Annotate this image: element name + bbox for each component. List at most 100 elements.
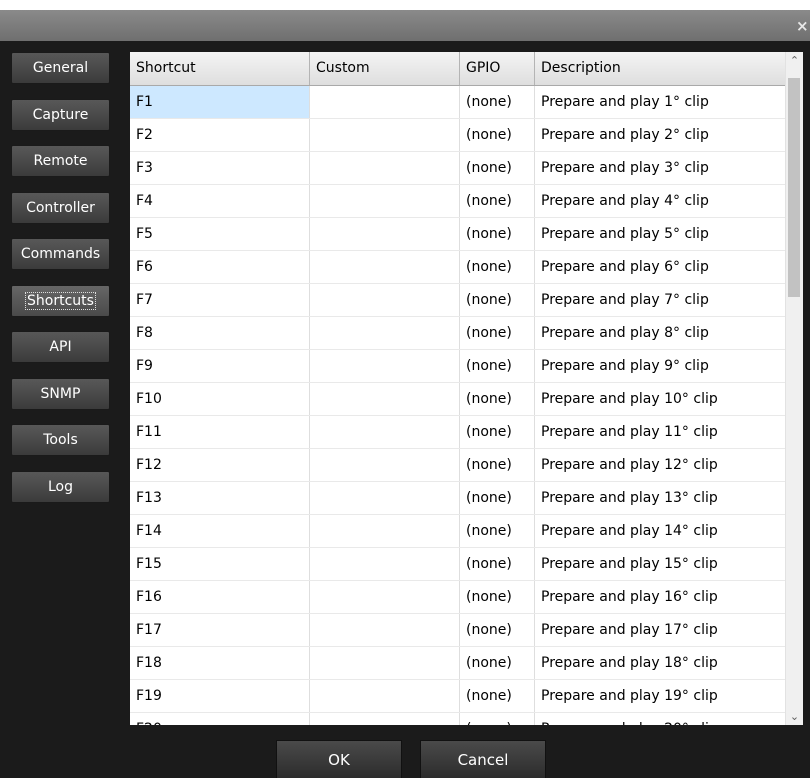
cell-shortcut: F17 (130, 614, 310, 646)
cell-description: Prepare and play 13° clip (541, 490, 718, 506)
cell-description: Prepare and play 5° clip (541, 226, 709, 242)
sidebar-item-general[interactable]: General (11, 52, 110, 84)
table-row[interactable]: F18 (none) Prepare and play 18° clip (130, 647, 785, 680)
table-row[interactable]: F8 (none) Prepare and play 8° clip (130, 317, 785, 350)
cell-custom[interactable] (310, 317, 460, 349)
cell-custom[interactable] (310, 449, 460, 481)
cell-gpio: (none) (460, 119, 535, 151)
sidebar-item-label: Log (47, 478, 73, 495)
table-row[interactable]: F13 (none) Prepare and play 13° clip (130, 482, 785, 515)
table-row[interactable]: F19 (none) Prepare and play 19° clip (130, 680, 785, 713)
table-row[interactable]: F17 (none) Prepare and play 17° clip (130, 614, 785, 647)
cell-custom[interactable] (310, 515, 460, 547)
chevron-up-icon[interactable]: ⌃ (786, 52, 803, 69)
cell-shortcut: F18 (130, 647, 310, 679)
sidebar-item-label: SNMP (40, 385, 81, 402)
cell-description: Prepare and play 8° clip (541, 325, 709, 341)
cell-description: Prepare and play 2° clip (541, 127, 709, 143)
cell-gpio: (none) (460, 713, 535, 725)
scrollbar-thumb[interactable] (788, 78, 800, 297)
cell-shortcut: F16 (130, 581, 310, 613)
table-row[interactable]: F2 (none) Prepare and play 2° clip (130, 119, 785, 152)
cell-shortcut: F2 (130, 119, 310, 151)
cell-description: Prepare and play 19° clip (541, 688, 718, 704)
cell-gpio: (none) (460, 350, 535, 382)
cell-custom[interactable] (310, 614, 460, 646)
table-row[interactable]: F9 (none) Prepare and play 9° clip (130, 350, 785, 383)
cell-shortcut: F9 (130, 350, 310, 382)
vertical-scrollbar[interactable]: ⌃ ⌄ (785, 52, 803, 725)
cell-custom[interactable] (310, 86, 460, 118)
cell-gpio: (none) (460, 548, 535, 580)
cell-custom[interactable] (310, 383, 460, 415)
column-header-custom[interactable]: Custom (310, 52, 460, 85)
sidebar-item-api[interactable]: API (11, 331, 110, 363)
sidebar-item-controller[interactable]: Controller (11, 191, 110, 224)
cell-shortcut: F8 (130, 317, 310, 349)
cell-custom[interactable] (310, 482, 460, 514)
ok-button[interactable]: OK (276, 740, 402, 778)
cell-shortcut: F5 (130, 218, 310, 250)
cell-description: Prepare and play 6° clip (541, 259, 709, 275)
cell-custom[interactable] (310, 251, 460, 283)
cell-custom[interactable] (310, 647, 460, 679)
cell-custom[interactable] (310, 581, 460, 613)
table-row[interactable]: F12 (none) Prepare and play 12° clip (130, 449, 785, 482)
table-row[interactable]: F3 (none) Prepare and play 3° clip (130, 152, 785, 185)
shortcuts-table: Shortcut Custom GPIO Description F1 (none… (130, 52, 803, 725)
cell-custom[interactable] (310, 152, 460, 184)
close-icon[interactable]: × (796, 16, 810, 36)
sidebar-item-label: Tools (43, 432, 78, 448)
table-row[interactable]: F11 (none) Prepare and play 11° clip (130, 416, 785, 449)
sidebar-item-remote[interactable]: Remote (11, 145, 110, 177)
cell-shortcut: F14 (130, 515, 310, 547)
cell-custom[interactable] (310, 284, 460, 316)
cell-custom[interactable] (310, 416, 460, 448)
sidebar-item-snmp[interactable]: SNMP (11, 377, 110, 410)
sidebar-item-capture[interactable]: Capture (11, 98, 110, 131)
chevron-down-icon[interactable]: ⌄ (786, 708, 803, 725)
table-header: Shortcut Custom GPIO Description (130, 52, 785, 86)
cell-custom[interactable] (310, 218, 460, 250)
sidebar-item-label: API (49, 339, 72, 355)
sidebar-item-commands[interactable]: Commands (11, 238, 110, 270)
cancel-button[interactable]: Cancel (420, 740, 546, 778)
cell-description: Prepare and play 20° clip (535, 713, 785, 725)
table-row[interactable]: F7 (none) Prepare and play 7° clip (130, 284, 785, 317)
title-bar: × (0, 10, 810, 41)
cell-custom[interactable] (310, 713, 460, 725)
table-row[interactable]: F16 (none) Prepare and play 16° clip (130, 581, 785, 614)
sidebar-item-shortcuts[interactable]: Shortcuts (11, 284, 110, 317)
sidebar-item-tools[interactable]: Tools (11, 424, 110, 456)
cell-description: Prepare and play 16° clip (541, 589, 718, 605)
cell-shortcut: F3 (130, 152, 310, 184)
cell-custom[interactable] (310, 548, 460, 580)
table-row[interactable]: F20 (none)Prepare and play 20° clip (130, 713, 785, 725)
cell-gpio: (none) (460, 482, 535, 514)
table-row[interactable]: F15 (none) Prepare and play 15° clip (130, 548, 785, 581)
cell-custom[interactable] (310, 185, 460, 217)
cell-custom[interactable] (310, 350, 460, 382)
column-header-shortcut[interactable]: Shortcut (130, 52, 310, 85)
sidebar-item-log[interactable]: Log (11, 470, 110, 503)
cell-gpio: (none) (460, 515, 535, 547)
table-row[interactable]: F14 (none) Prepare and play 14° clip (130, 515, 785, 548)
table-row[interactable]: F6 (none) Prepare and play 6° clip (130, 251, 785, 284)
cell-gpio: (none) (460, 416, 535, 448)
cell-description: Prepare and play 12° clip (541, 457, 718, 473)
table-row[interactable]: F10 (none) Prepare and play 10° clip (130, 383, 785, 416)
cell-gpio: (none) (460, 86, 535, 118)
table-row[interactable]: F5 (none) Prepare and play 5° clip (130, 218, 785, 251)
column-header-description[interactable]: Description (535, 52, 785, 85)
cell-custom[interactable] (310, 119, 460, 151)
cell-shortcut: F1 (130, 86, 310, 118)
cell-shortcut: F6 (130, 251, 310, 283)
cell-description: Prepare and play 1° clip (541, 94, 709, 110)
table-row[interactable]: F4 (none) Prepare and play 4° clip (130, 185, 785, 218)
cell-shortcut: F10 (130, 383, 310, 415)
column-header-gpio[interactable]: GPIO (460, 52, 535, 85)
table-row[interactable]: F1 (none) Prepare and play 1° clip (130, 86, 785, 119)
cell-shortcut: F13 (130, 482, 310, 514)
cell-description: Prepare and play 3° clip (541, 160, 709, 176)
cell-custom[interactable] (310, 680, 460, 712)
